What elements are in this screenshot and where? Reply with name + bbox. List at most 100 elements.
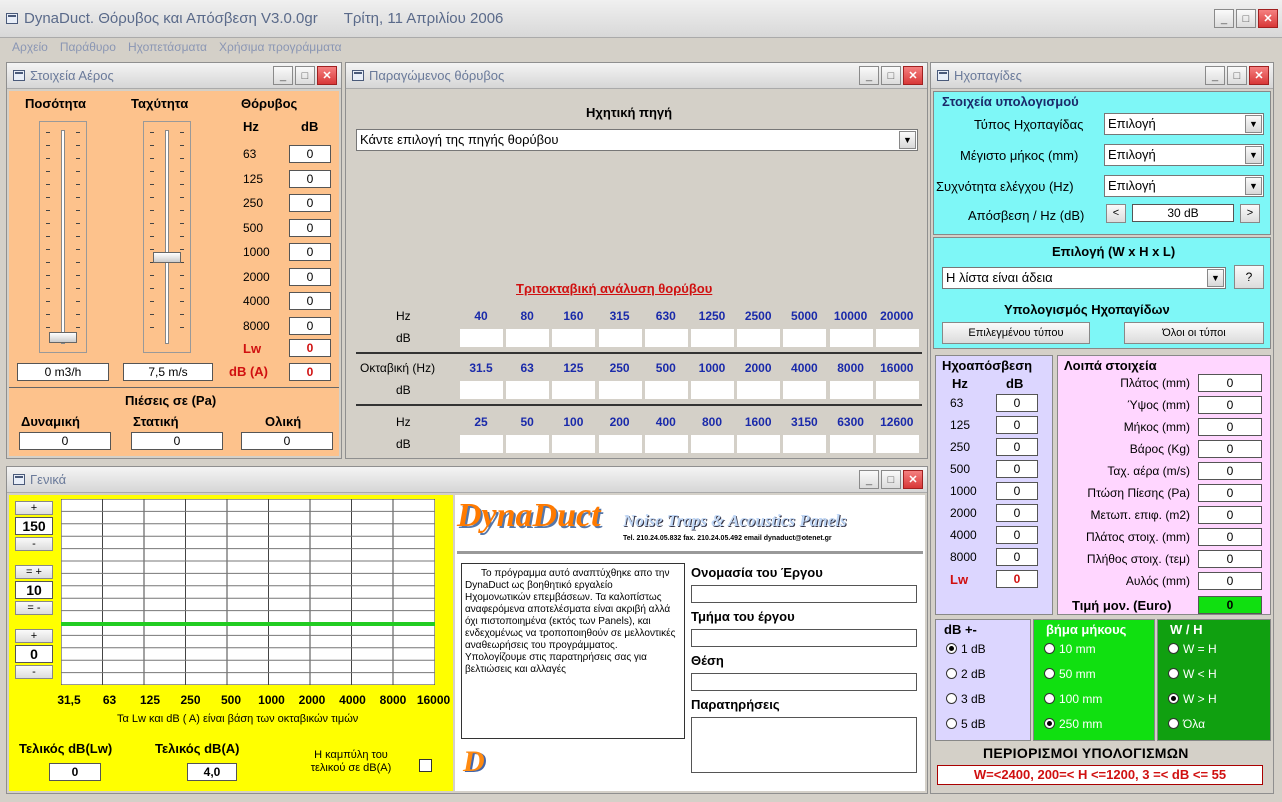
final-lw-label: Τελικός dB(Lw) xyxy=(19,741,113,756)
freq-select[interactable]: Επιλογή ▼ xyxy=(1104,175,1264,197)
noise-min-button[interactable]: _ xyxy=(859,66,879,85)
freq-label: 50 xyxy=(520,415,534,429)
brand-subtitle: Noise Traps & Acoustics Panels xyxy=(623,511,847,530)
wh_opts-radio[interactable]: W > H xyxy=(1168,692,1217,706)
help-button[interactable]: ? xyxy=(1234,265,1264,289)
size-list-select[interactable]: Η λίστα είναι άδεια ▼ xyxy=(942,267,1226,289)
menu-tools[interactable]: Χρήσιμα προγράμματα xyxy=(219,38,342,58)
range1-plus-button[interactable]: + xyxy=(15,501,53,515)
sil-close-button[interactable]: ✕ xyxy=(1249,66,1269,85)
flow-slider-thumb[interactable] xyxy=(49,332,77,343)
freq-label: 1250 xyxy=(698,309,726,323)
db-cell xyxy=(644,381,688,399)
range2-plus-button[interactable]: = + xyxy=(15,565,53,579)
db_opts-radio[interactable]: 2 dB xyxy=(946,667,986,681)
range3-minus-button[interactable]: - xyxy=(15,665,53,679)
att-hz-label: 8000 xyxy=(950,550,977,564)
air-hz-label: 250 xyxy=(243,196,264,210)
db_opts-radio[interactable]: 5 dB xyxy=(946,717,986,731)
radio-icon xyxy=(1168,693,1179,704)
project-name-input[interactable] xyxy=(691,585,917,603)
gen-min-button[interactable]: _ xyxy=(859,470,879,489)
wh_opts-radio[interactable]: Όλα xyxy=(1168,717,1205,731)
wh-title: W / H xyxy=(1170,622,1203,637)
att-db-value: 0 xyxy=(996,504,1038,522)
step_opts-radio[interactable]: 10 mm xyxy=(1044,642,1096,656)
air-panel: Στοιχεία Αέρος _ □ ✕ Ποσότητα Ταχύτητα Θόρ… xyxy=(6,62,342,459)
silencer-panel: Ηχοπαγίδες _ □ ✕ Στοιχεία υπολογισμού Τύπο… xyxy=(930,62,1274,794)
chart-x-label: 1000 xyxy=(258,693,285,707)
final-a-value: 4,0 xyxy=(187,763,237,781)
radio-label: 250 mm xyxy=(1059,717,1103,731)
close-button[interactable]: ✕ xyxy=(1258,9,1278,28)
db_opts-radio[interactable]: 3 dB xyxy=(946,692,986,706)
air-min-button[interactable]: _ xyxy=(273,66,293,85)
chevron-down-icon[interactable]: ▼ xyxy=(1207,269,1224,287)
menu-window[interactable]: Παράθυρο xyxy=(60,38,116,58)
all-types-button[interactable]: Όλοι οι τύποι xyxy=(1124,322,1264,344)
final-lw-value: 0 xyxy=(49,763,101,781)
price-label: Τιμή μον. (Euro) xyxy=(1072,598,1172,613)
position-input[interactable] xyxy=(691,673,917,691)
speed-slider[interactable] xyxy=(143,121,191,353)
menu-file[interactable]: Αρχείο xyxy=(12,38,48,58)
step_opts-radio[interactable]: 100 mm xyxy=(1044,692,1102,706)
chart-x-label: 2000 xyxy=(298,693,326,707)
contact-info: Tel. 210.24.05.832 fax. 210.24.05.492 em… xyxy=(623,535,832,542)
source-select[interactable]: Κάντε επιλογή της πηγής θορύβου ▼ xyxy=(356,129,918,151)
step_opts-radio[interactable]: 50 mm xyxy=(1044,667,1096,681)
range1-minus-button[interactable]: - xyxy=(15,537,53,551)
att-hz-label: 250 xyxy=(950,440,971,454)
db-heading: dB xyxy=(301,119,319,134)
wh_opts-radio[interactable]: W = H xyxy=(1168,642,1217,656)
air-content: Ποσότητα Ταχύτητα Θόρυβος Hz dB 63 0 125 0 2… xyxy=(9,91,339,456)
chevron-down-icon[interactable]: ▼ xyxy=(1245,146,1262,164)
wh_opts-radio[interactable]: W < H xyxy=(1168,667,1217,681)
notes-input[interactable] xyxy=(691,717,917,773)
sil-max-button[interactable]: □ xyxy=(1227,66,1247,85)
gen-max-button[interactable]: □ xyxy=(881,470,901,489)
air-hz-label: 8000 xyxy=(243,318,270,333)
step_opts-radio[interactable]: 250 mm xyxy=(1044,717,1102,731)
noise-max-button[interactable]: □ xyxy=(881,66,901,85)
radio-icon xyxy=(946,693,957,704)
att-hz-label: 500 xyxy=(950,462,971,476)
other-label: Πλήθος στοιχ. (τεμ) xyxy=(1086,552,1190,566)
sil-min-button[interactable]: _ xyxy=(1205,66,1225,85)
curve-checkbox[interactable] xyxy=(419,759,432,772)
project-part-input[interactable] xyxy=(691,629,917,647)
air-max-button[interactable]: □ xyxy=(295,66,315,85)
range2-minus-button[interactable]: = - xyxy=(15,601,53,615)
maximize-button[interactable]: □ xyxy=(1236,9,1256,28)
selected-type-button[interactable]: Επιλεγμένου τύπου xyxy=(942,322,1090,344)
noise-close-button[interactable]: ✕ xyxy=(903,66,923,85)
freq-label: 16000 xyxy=(880,361,914,375)
type-select-value: Επιλογή xyxy=(1108,116,1156,131)
air-close-button[interactable]: ✕ xyxy=(317,66,337,85)
chevron-down-icon[interactable]: ▼ xyxy=(1245,177,1262,195)
menu-panels[interactable]: Ηχοπετάσματα xyxy=(128,38,207,58)
maxlen-select[interactable]: Επιλογή ▼ xyxy=(1104,144,1264,166)
att-increase-button[interactable]: > xyxy=(1240,204,1260,223)
type-select[interactable]: Επιλογή ▼ xyxy=(1104,113,1264,135)
air-db-value: 0 xyxy=(289,218,331,237)
minimize-button[interactable]: _ xyxy=(1214,9,1234,28)
att-db-value: 0 xyxy=(996,460,1038,478)
window-icon xyxy=(13,70,25,81)
total-label: Ολική xyxy=(265,414,302,429)
flow-slider[interactable] xyxy=(39,121,87,353)
gen-close-button[interactable]: ✕ xyxy=(903,470,923,489)
db_opts-radio[interactable]: 1 dB xyxy=(946,642,986,656)
chart-x-label: 500 xyxy=(220,693,242,707)
range3-plus-button[interactable]: + xyxy=(15,629,53,643)
db-cell xyxy=(875,435,919,453)
att-hz-label: 125 xyxy=(950,418,971,432)
chevron-down-icon[interactable]: ▼ xyxy=(1245,115,1262,133)
chevron-down-icon[interactable]: ▼ xyxy=(899,131,916,149)
att-value: 30 dB xyxy=(1132,204,1234,222)
silencer-panel-title: Ηχοπαγίδες xyxy=(954,68,1022,83)
speed-slider-thumb[interactable] xyxy=(153,252,181,263)
att-decrease-button[interactable]: < xyxy=(1106,204,1126,223)
limits-value: W=<2400, 200=< H <=1200, 3 =< dB <= 55 xyxy=(937,765,1263,785)
dynamic-label: Δυναμική xyxy=(21,414,80,429)
